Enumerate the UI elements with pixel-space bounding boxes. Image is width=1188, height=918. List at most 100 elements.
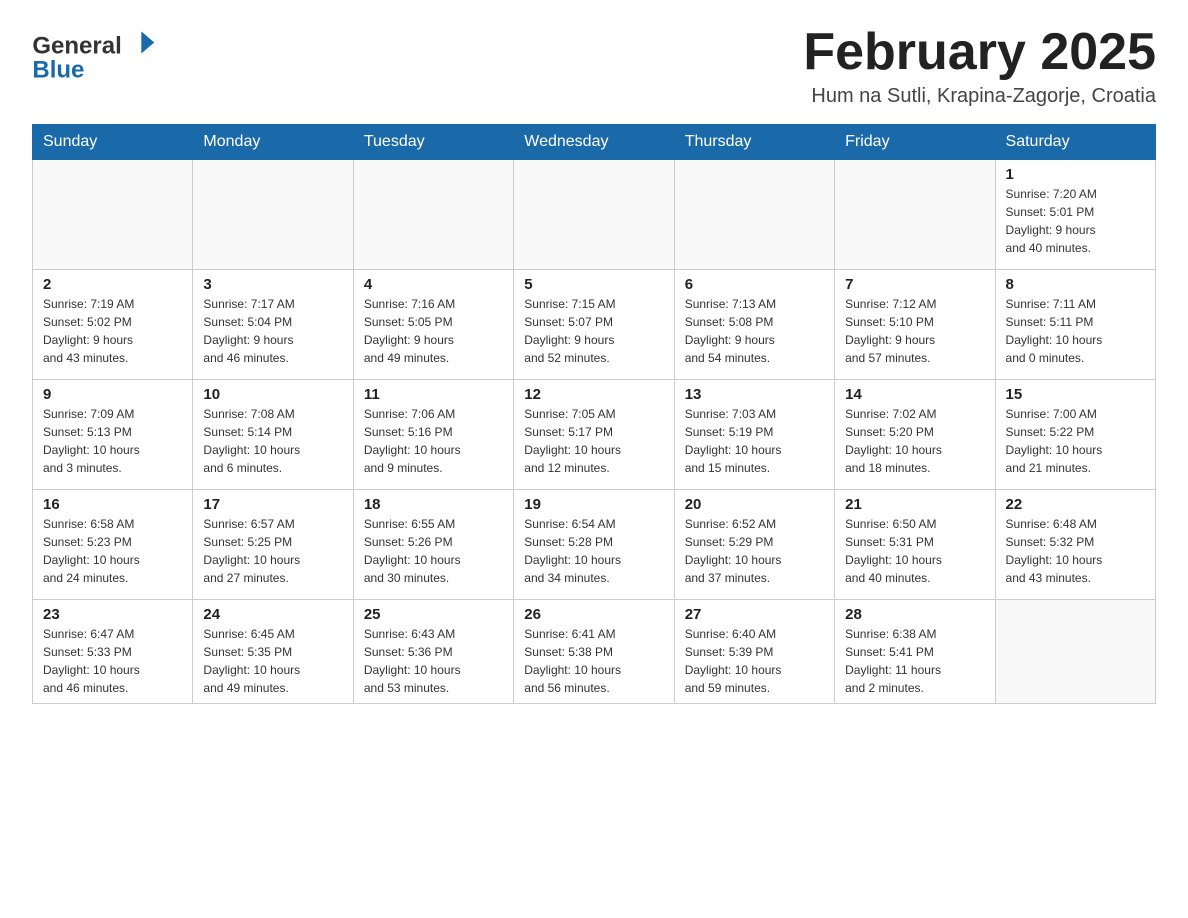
day-info: Sunrise: 6:38 AMSunset: 5:41 PMDaylight:… bbox=[845, 625, 984, 697]
day-cell: 26 Sunrise: 6:41 AMSunset: 5:38 PMDayligh… bbox=[514, 600, 674, 704]
day-number: 13 bbox=[685, 386, 824, 403]
day-info: Sunrise: 7:03 AMSunset: 5:19 PMDaylight:… bbox=[685, 405, 824, 477]
calendar-body: 1 Sunrise: 7:20 AMSunset: 5:01 PMDaylight… bbox=[33, 160, 1156, 704]
day-cell bbox=[33, 160, 193, 270]
day-info: Sunrise: 7:16 AMSunset: 5:05 PMDaylight:… bbox=[364, 295, 503, 367]
day-info: Sunrise: 6:50 AMSunset: 5:31 PMDaylight:… bbox=[845, 515, 984, 587]
day-info: Sunrise: 6:45 AMSunset: 5:35 PMDaylight:… bbox=[203, 625, 342, 697]
day-number: 25 bbox=[364, 606, 503, 623]
day-number: 11 bbox=[364, 386, 503, 403]
weekday-header-sunday: Sunday bbox=[33, 125, 193, 160]
day-cell bbox=[353, 160, 513, 270]
day-cell: 7 Sunrise: 7:12 AMSunset: 5:10 PMDaylight… bbox=[835, 270, 995, 380]
day-info: Sunrise: 7:02 AMSunset: 5:20 PMDaylight:… bbox=[845, 405, 984, 477]
day-info: Sunrise: 6:54 AMSunset: 5:28 PMDaylight:… bbox=[524, 515, 663, 587]
day-number: 26 bbox=[524, 606, 663, 623]
day-cell: 20 Sunrise: 6:52 AMSunset: 5:29 PMDayligh… bbox=[674, 490, 834, 600]
day-info: Sunrise: 6:43 AMSunset: 5:36 PMDaylight:… bbox=[364, 625, 503, 697]
day-info: Sunrise: 7:17 AMSunset: 5:04 PMDaylight:… bbox=[203, 295, 342, 367]
day-info: Sunrise: 6:52 AMSunset: 5:29 PMDaylight:… bbox=[685, 515, 824, 587]
day-number: 24 bbox=[203, 606, 342, 623]
location-title: Hum na Sutli, Krapina-Zagorje, Croatia bbox=[803, 85, 1156, 108]
day-number: 19 bbox=[524, 496, 663, 513]
calendar-table: SundayMondayTuesdayWednesdayThursdayFrid… bbox=[32, 124, 1156, 704]
day-info: Sunrise: 7:11 AMSunset: 5:11 PMDaylight:… bbox=[1006, 295, 1145, 367]
day-cell: 23 Sunrise: 6:47 AMSunset: 5:33 PMDayligh… bbox=[33, 600, 193, 704]
day-number: 23 bbox=[43, 606, 182, 623]
day-number: 4 bbox=[364, 276, 503, 293]
week-row-5: 23 Sunrise: 6:47 AMSunset: 5:33 PMDayligh… bbox=[33, 600, 1156, 704]
weekday-header-monday: Monday bbox=[193, 125, 353, 160]
day-number: 8 bbox=[1006, 276, 1145, 293]
day-number: 6 bbox=[685, 276, 824, 293]
day-cell: 1 Sunrise: 7:20 AMSunset: 5:01 PMDaylight… bbox=[995, 160, 1155, 270]
day-cell: 19 Sunrise: 6:54 AMSunset: 5:28 PMDayligh… bbox=[514, 490, 674, 600]
day-number: 16 bbox=[43, 496, 182, 513]
day-cell: 21Sunrise: 6:50 AMSunset: 5:31 PMDayligh… bbox=[835, 490, 995, 600]
day-cell: 14 Sunrise: 7:02 AMSunset: 5:20 PMDayligh… bbox=[835, 380, 995, 490]
day-info: Sunrise: 7:19 AMSunset: 5:02 PMDaylight:… bbox=[43, 295, 182, 367]
day-number: 5 bbox=[524, 276, 663, 293]
day-cell: 5 Sunrise: 7:15 AMSunset: 5:07 PMDaylight… bbox=[514, 270, 674, 380]
day-info: Sunrise: 7:13 AMSunset: 5:08 PMDaylight:… bbox=[685, 295, 824, 367]
day-number: 1 bbox=[1006, 166, 1145, 183]
svg-text:General: General bbox=[32, 33, 121, 60]
day-number: 20 bbox=[685, 496, 824, 513]
day-cell: 16 Sunrise: 6:58 AMSunset: 5:23 PMDayligh… bbox=[33, 490, 193, 600]
weekday-header-tuesday: Tuesday bbox=[353, 125, 513, 160]
day-cell: 25 Sunrise: 6:43 AMSunset: 5:36 PMDayligh… bbox=[353, 600, 513, 704]
day-cell bbox=[193, 160, 353, 270]
title-area: February 2025 Hum na Sutli, Krapina-Zago… bbox=[803, 24, 1156, 108]
day-cell: 4 Sunrise: 7:16 AMSunset: 5:05 PMDaylight… bbox=[353, 270, 513, 380]
week-row-4: 16 Sunrise: 6:58 AMSunset: 5:23 PMDayligh… bbox=[33, 490, 1156, 600]
day-number: 2 bbox=[43, 276, 182, 293]
page-header: General Blue February 2025 Hum na Sutli,… bbox=[32, 24, 1156, 108]
day-info: Sunrise: 7:05 AMSunset: 5:17 PMDaylight:… bbox=[524, 405, 663, 477]
svg-text:Blue: Blue bbox=[32, 57, 84, 84]
day-info: Sunrise: 7:00 AMSunset: 5:22 PMDaylight:… bbox=[1006, 405, 1145, 477]
day-number: 18 bbox=[364, 496, 503, 513]
day-number: 12 bbox=[524, 386, 663, 403]
week-row-2: 2 Sunrise: 7:19 AMSunset: 5:02 PMDaylight… bbox=[33, 270, 1156, 380]
week-row-1: 1 Sunrise: 7:20 AMSunset: 5:01 PMDaylight… bbox=[33, 160, 1156, 270]
day-cell: 8 Sunrise: 7:11 AMSunset: 5:11 PMDaylight… bbox=[995, 270, 1155, 380]
weekday-header-wednesday: Wednesday bbox=[514, 125, 674, 160]
day-info: Sunrise: 6:58 AMSunset: 5:23 PMDaylight:… bbox=[43, 515, 182, 587]
day-number: 7 bbox=[845, 276, 984, 293]
day-number: 3 bbox=[203, 276, 342, 293]
day-number: 10 bbox=[203, 386, 342, 403]
day-cell: 10 Sunrise: 7:08 AMSunset: 5:14 PMDayligh… bbox=[193, 380, 353, 490]
day-cell: 11 Sunrise: 7:06 AMSunset: 5:16 PMDayligh… bbox=[353, 380, 513, 490]
day-info: Sunrise: 7:08 AMSunset: 5:14 PMDaylight:… bbox=[203, 405, 342, 477]
day-cell bbox=[995, 600, 1155, 704]
day-info: Sunrise: 6:57 AMSunset: 5:25 PMDaylight:… bbox=[203, 515, 342, 587]
day-info: Sunrise: 6:47 AMSunset: 5:33 PMDaylight:… bbox=[43, 625, 182, 697]
day-cell: 22Sunrise: 6:48 AMSunset: 5:32 PMDayligh… bbox=[995, 490, 1155, 600]
day-number: 17 bbox=[203, 496, 342, 513]
day-number: 27 bbox=[685, 606, 824, 623]
day-number: 14 bbox=[845, 386, 984, 403]
day-info: Sunrise: 6:41 AMSunset: 5:38 PMDaylight:… bbox=[524, 625, 663, 697]
day-cell: 3 Sunrise: 7:17 AMSunset: 5:04 PMDaylight… bbox=[193, 270, 353, 380]
day-cell: 13 Sunrise: 7:03 AMSunset: 5:19 PMDayligh… bbox=[674, 380, 834, 490]
day-info: Sunrise: 6:48 AMSunset: 5:32 PMDaylight:… bbox=[1006, 515, 1145, 587]
logo: General Blue bbox=[32, 24, 162, 84]
weekday-header-thursday: Thursday bbox=[674, 125, 834, 160]
day-cell: 18 Sunrise: 6:55 AMSunset: 5:26 PMDayligh… bbox=[353, 490, 513, 600]
calendar-header: SundayMondayTuesdayWednesdayThursdayFrid… bbox=[33, 125, 1156, 160]
day-info: Sunrise: 7:09 AMSunset: 5:13 PMDaylight:… bbox=[43, 405, 182, 477]
day-cell: 12 Sunrise: 7:05 AMSunset: 5:17 PMDayligh… bbox=[514, 380, 674, 490]
day-info: Sunrise: 7:12 AMSunset: 5:10 PMDaylight:… bbox=[845, 295, 984, 367]
logo-svg: General Blue bbox=[32, 24, 162, 84]
day-info: Sunrise: 6:40 AMSunset: 5:39 PMDaylight:… bbox=[685, 625, 824, 697]
day-cell: 6 Sunrise: 7:13 AMSunset: 5:08 PMDaylight… bbox=[674, 270, 834, 380]
weekday-header-saturday: Saturday bbox=[995, 125, 1155, 160]
day-info: Sunrise: 6:55 AMSunset: 5:26 PMDaylight:… bbox=[364, 515, 503, 587]
day-cell bbox=[835, 160, 995, 270]
day-cell: 17 Sunrise: 6:57 AMSunset: 5:25 PMDayligh… bbox=[193, 490, 353, 600]
day-cell: 24 Sunrise: 6:45 AMSunset: 5:35 PMDayligh… bbox=[193, 600, 353, 704]
day-info: Sunrise: 7:06 AMSunset: 5:16 PMDaylight:… bbox=[364, 405, 503, 477]
day-info: Sunrise: 7:20 AMSunset: 5:01 PMDaylight:… bbox=[1006, 185, 1145, 257]
day-info: Sunrise: 7:15 AMSunset: 5:07 PMDaylight:… bbox=[524, 295, 663, 367]
days-of-week-row: SundayMondayTuesdayWednesdayThursdayFrid… bbox=[33, 125, 1156, 160]
